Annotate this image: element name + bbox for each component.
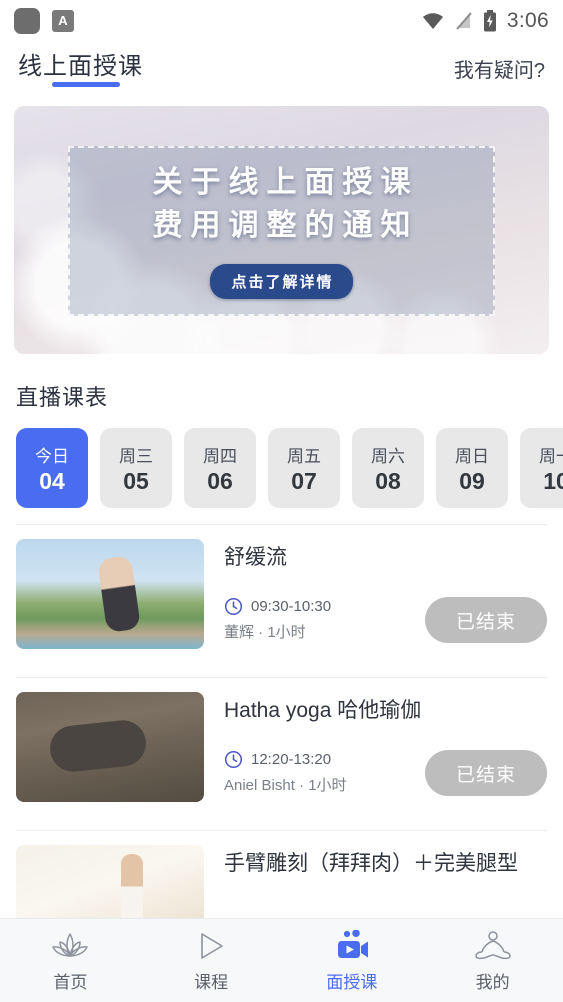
course-time-row: 09:30-10:30	[224, 597, 331, 616]
promo-banner[interactable]: 关于线上面授课 费用调整的通知 点击了解详情	[14, 106, 549, 354]
day-chip[interactable]: 周日 09	[436, 428, 508, 508]
course-info: 手臂雕刻（拜拜肉）＋完美腿型	[204, 845, 547, 876]
status-bar: A 3:06	[0, 0, 563, 42]
day-chip-weekday: 今日	[35, 446, 69, 466]
course-list-item[interactable]: 舒缓流 09:30-10:30 董辉 · 1小时 已结束	[0, 525, 563, 677]
wifi-icon	[422, 13, 443, 29]
course-time-row: 12:20-13:20	[224, 750, 347, 769]
bottom-navigation: 首页 课程 面授课 我的	[0, 918, 563, 1002]
tab-live-class[interactable]: 面授课	[282, 929, 423, 993]
clock-icon	[224, 597, 243, 616]
lotus-icon	[50, 929, 90, 963]
day-chip-date: 06	[207, 467, 233, 494]
day-chip-weekday: 周四	[203, 446, 237, 466]
course-subtitle: 董辉 · 1小时	[224, 624, 306, 641]
course-subtitle: Aniel Bisht · 1小时	[224, 777, 347, 794]
tab-label: 课程	[194, 972, 229, 992]
page-header: 线上面授课 我有疑问?	[0, 42, 563, 102]
course-thumbnail	[16, 692, 204, 802]
page-title: 线上面授课	[18, 53, 143, 80]
day-chip[interactable]: 周六 08	[352, 428, 424, 508]
help-link[interactable]: 我有疑问?	[454, 54, 545, 83]
app-screen: A 3:06 线上面授课 我有疑问? 关于线上面授课 费用调整的通知 点击了解详…	[0, 0, 563, 1002]
day-chip-weekday: 周日	[455, 446, 489, 466]
promo-banner-line1: 关于线上面授课	[152, 166, 419, 200]
day-selector[interactable]: 今日 04 周三 05 周四 06 周五 07 周六 08 周日 09 周一 1…	[16, 428, 563, 514]
day-chip-weekday: 周三	[119, 446, 153, 466]
status-bar-clock: 3:06	[506, 9, 549, 32]
course-thumbnail	[16, 539, 204, 649]
day-chip-date: 07	[291, 467, 317, 494]
day-chip-weekday: 周一	[539, 446, 563, 466]
promo-banner-frame: 关于线上面授课 费用调整的通知 点击了解详情	[68, 146, 495, 316]
course-time: 09:30-10:30	[251, 598, 332, 615]
schedule-section-title: 直播课表	[16, 385, 109, 410]
course-list-item[interactable]: Hatha yoga 哈他瑜伽 12:20-13:20 Aniel Bisht …	[0, 678, 563, 830]
signal-off-icon	[456, 12, 472, 30]
course-meta: 12:20-13:20 Aniel Bisht · 1小时	[224, 750, 347, 795]
course-info: Hatha yoga 哈他瑜伽 12:20-13:20 Aniel Bisht …	[204, 692, 547, 794]
meditation-person-icon	[473, 929, 513, 963]
course-status-button[interactable]: 已结束	[425, 597, 547, 643]
course-status-button[interactable]: 已结束	[425, 750, 547, 796]
day-chip[interactable]: 周三 05	[100, 428, 172, 508]
course-title: Hatha yoga 哈他瑜伽	[224, 699, 422, 722]
course-title: 舒缓流	[224, 546, 287, 569]
day-chip-date: 05	[123, 467, 149, 494]
tab-courses[interactable]: 课程	[141, 929, 282, 993]
clock-icon	[224, 750, 243, 769]
course-info: 舒缓流 09:30-10:30 董辉 · 1小时	[204, 539, 547, 641]
day-chip-weekday: 周五	[287, 446, 321, 466]
day-chip-date: 08	[375, 467, 401, 494]
day-chip[interactable]: 今日 04	[16, 428, 88, 508]
promo-banner-cta-button[interactable]: 点击了解详情	[210, 263, 353, 299]
day-chip-date: 09	[459, 467, 485, 494]
app-square-icon	[14, 8, 40, 34]
video-camera-icon	[333, 929, 371, 963]
course-meta: 09:30-10:30 董辉 · 1小时	[224, 597, 331, 642]
battery-charging-icon	[483, 10, 496, 32]
day-chip[interactable]: 周四 06	[184, 428, 256, 508]
status-bar-left: A	[14, 8, 74, 34]
play-triangle-icon	[195, 929, 227, 963]
tab-label: 我的	[475, 972, 510, 992]
tab-label: 面授课	[326, 972, 378, 992]
course-list: 舒缓流 09:30-10:30 董辉 · 1小时 已结束 Hatha yoga …	[0, 525, 563, 983]
tab-label: 首页	[53, 972, 88, 992]
tab-home[interactable]: 首页	[0, 929, 141, 993]
tab-profile[interactable]: 我的	[422, 929, 563, 993]
day-chip[interactable]: 周一 10	[520, 428, 563, 508]
day-chip[interactable]: 周五 07	[268, 428, 340, 508]
course-title: 手臂雕刻（拜拜肉）＋完美腿型	[224, 852, 518, 875]
day-chip-date: 10	[543, 467, 563, 494]
course-time: 12:20-13:20	[251, 751, 332, 768]
day-chip-date: 04	[39, 467, 65, 494]
status-bar-right: 3:06	[421, 9, 549, 33]
day-chip-weekday: 周六	[371, 446, 405, 466]
a-badge-icon: A	[52, 10, 74, 32]
promo-banner-line2: 费用调整的通知	[152, 208, 419, 242]
page-title-underline	[52, 82, 120, 87]
